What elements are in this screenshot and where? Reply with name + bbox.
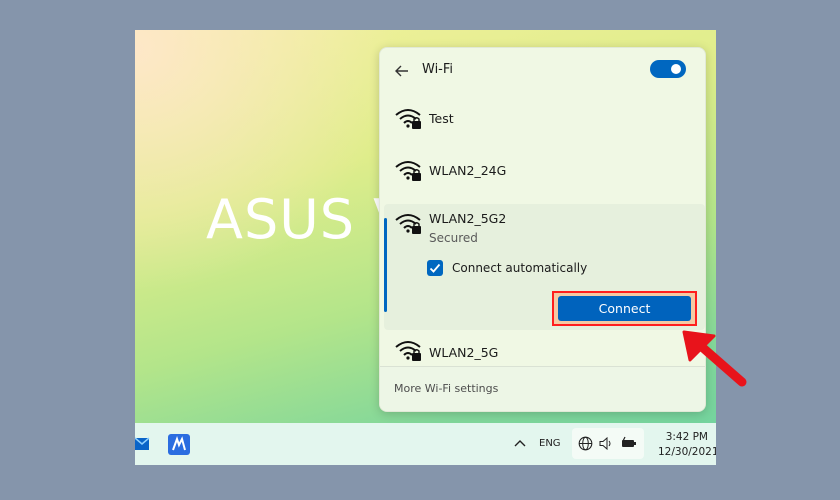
- wifi-secured-icon: [395, 109, 421, 129]
- connect-automatically-checkbox[interactable]: [427, 260, 443, 276]
- connect-automatically-label: Connect automatically: [452, 261, 588, 275]
- network-name: Test: [429, 111, 454, 126]
- mail-icon[interactable]: [135, 434, 151, 452]
- more-wifi-settings-link[interactable]: More Wi-Fi settings: [394, 382, 498, 395]
- network-name: WLAN2_24G: [429, 163, 507, 178]
- quick-settings-tray[interactable]: [572, 428, 644, 459]
- taskbar: ENG 3:42 PM 12/30/2021: [135, 423, 716, 465]
- battery-charging-icon: [622, 436, 636, 447]
- flyout-footer: More Wi-Fi settings: [380, 366, 705, 411]
- selection-indicator: [384, 218, 387, 312]
- clock[interactable]: 3:42 PM 12/30/2021: [658, 430, 716, 460]
- network-item[interactable]: Test: [380, 96, 705, 142]
- network-name: WLAN2_5G2: [429, 211, 507, 226]
- clock-date: 12/30/2021: [658, 446, 716, 458]
- wifi-secured-icon: [395, 214, 421, 234]
- flyout-header: Wi-Fi: [380, 48, 705, 94]
- wifi-toggle[interactable]: [650, 60, 686, 78]
- app-icon[interactable]: [168, 434, 190, 455]
- red-arrow-annotation: [682, 330, 747, 387]
- toggle-knob: [671, 64, 681, 74]
- network-item-selected[interactable]: WLAN2_5G2 Secured Connect automatically …: [384, 204, 705, 330]
- chevron-up-icon[interactable]: [513, 438, 527, 448]
- wifi-secured-icon: [395, 341, 421, 361]
- connect-button[interactable]: Connect: [558, 296, 691, 321]
- wifi-secured-icon: [395, 161, 421, 181]
- connect-button-highlight: Connect: [552, 291, 697, 326]
- clock-time: 3:42 PM: [665, 431, 708, 443]
- globe-icon: [578, 436, 593, 451]
- network-name: WLAN2_5G: [429, 345, 499, 360]
- checkmark-icon: [429, 263, 441, 273]
- network-security-status: Secured: [429, 231, 478, 245]
- language-indicator[interactable]: ENG: [539, 438, 561, 449]
- flyout-title: Wi-Fi: [422, 62, 454, 77]
- back-arrow-icon[interactable]: [392, 61, 412, 81]
- volume-icon: [599, 437, 611, 450]
- network-item[interactable]: WLAN2_24G: [380, 148, 705, 194]
- wifi-flyout: Wi-Fi Test WLAN2_24G WLAN2_5G2 Secured C…: [379, 47, 706, 412]
